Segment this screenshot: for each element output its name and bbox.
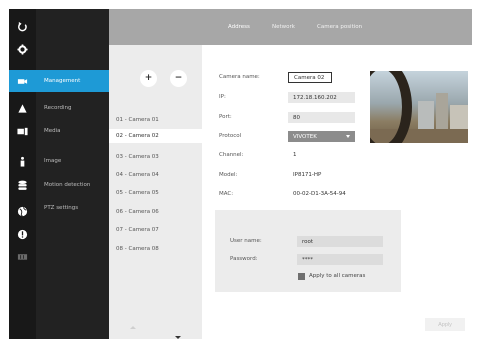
tab-camera-position[interactable]: Camera position (317, 9, 362, 45)
camera-list-header (109, 9, 202, 45)
icon-rail (9, 9, 36, 339)
menu-item-label: PTZ settings (44, 205, 79, 211)
protocol-select[interactable]: VIVOTEK (288, 131, 355, 142)
media-icon (17, 127, 28, 135)
camera-list-item[interactable]: 07 - Camera 07 (109, 223, 202, 237)
camera-list-item[interactable]: 05 - Camera 05 (109, 186, 202, 200)
remove-camera-button[interactable]: − (170, 70, 187, 87)
menu-item-label: Recording (44, 105, 72, 111)
camera-name-input[interactable]: Camera 02 (288, 72, 332, 83)
password-label: Password: (230, 256, 258, 262)
menu-item-label: Media (44, 128, 61, 134)
scroll-down-icon[interactable] (175, 336, 181, 339)
protocol-value: VIVOTEK (293, 133, 317, 140)
rail-info[interactable] (9, 223, 36, 245)
ip-input[interactable]: 172.18.160.202 (288, 92, 355, 103)
rail-network[interactable] (9, 200, 36, 222)
app-window: Management Recording Media Image Motion … (9, 9, 472, 339)
user-icon (20, 156, 25, 167)
camera-list-item[interactable]: 08 - Camera 08 (109, 242, 202, 256)
camera-list-item[interactable]: 01 - Camera 01 (109, 113, 202, 127)
preview-building (418, 101, 434, 131)
channel-label: Channel: (219, 152, 244, 158)
rail-media[interactable] (9, 120, 36, 142)
rail-camera[interactable] (9, 70, 36, 92)
ip-label: IP: (219, 94, 226, 100)
camera-name-label: Camera name: (219, 74, 260, 80)
apply-all-checkbox[interactable] (298, 273, 305, 280)
rail-database[interactable] (9, 174, 36, 196)
preview-building (436, 93, 448, 131)
user-name-label: User name: (230, 238, 262, 244)
authentication-box: User name: root Password: **** Apply to … (215, 210, 401, 292)
password-input[interactable]: **** (297, 254, 383, 265)
camera-settings-panel: Address Network Camera position Camera n… (202, 9, 472, 339)
menu-item-ptz-settings[interactable]: PTZ settings (36, 197, 109, 219)
model-label: Model: (219, 172, 238, 178)
tab-bar: Address Network Camera position (202, 9, 472, 45)
channel-value: 1 (293, 152, 297, 158)
camera-list-item[interactable]: 06 - Camera 06 (109, 205, 202, 219)
tab-network[interactable]: Network (272, 9, 295, 45)
menu-item-label: Motion detection (44, 182, 91, 188)
menu-item-management[interactable]: Management (36, 70, 109, 92)
menu-item-label: Image (44, 158, 62, 164)
preview-building (450, 105, 468, 131)
rail-user[interactable] (9, 150, 36, 172)
menu-item-label: Management (44, 78, 81, 84)
protocol-label: Protocol (219, 133, 242, 139)
camera-list-item-selected[interactable]: 02 - Camera 02 (109, 129, 202, 143)
apply-button[interactable]: Apply (425, 318, 465, 331)
preview-lens-ring (370, 71, 412, 143)
scroll-up-icon[interactable] (130, 326, 136, 329)
rail-settings[interactable] (9, 38, 36, 60)
rail-storage[interactable] (9, 245, 36, 267)
menu-item-motion-detection[interactable]: Motion detection (36, 174, 109, 196)
info-icon (17, 229, 28, 239)
database-icon (18, 180, 27, 190)
port-label: Port: (219, 114, 232, 120)
camera-list-item[interactable]: 03 - Camera 03 (109, 150, 202, 164)
user-name-input[interactable]: root (297, 236, 383, 247)
rail-back[interactable] (9, 15, 36, 37)
camera-list-item[interactable]: 04 - Camera 04 (109, 168, 202, 182)
menu-item-media[interactable]: Media (36, 120, 109, 142)
camera-preview-image (370, 71, 468, 143)
port-input[interactable]: 80 (288, 112, 355, 123)
apply-all-label: Apply to all cameras (309, 273, 366, 279)
back-icon (18, 21, 27, 31)
chevron-down-icon (346, 135, 350, 138)
rail-recording[interactable] (9, 97, 36, 119)
mac-value: 00-02-D1-3A-54-94 (293, 191, 346, 197)
menu-item-image[interactable]: Image (36, 150, 109, 172)
recording-icon (18, 103, 27, 113)
model-value: IP8171-HP (293, 172, 322, 178)
add-camera-button[interactable]: + (140, 70, 157, 87)
camera-list-panel: + − 01 - Camera 01 02 - Camera 02 03 - C… (109, 9, 202, 339)
storage-icon (17, 253, 28, 260)
menu-item-recording[interactable]: Recording (36, 97, 109, 119)
tab-address[interactable]: Address (228, 9, 250, 45)
mac-label: MAC: (219, 191, 234, 197)
network-icon (17, 206, 28, 216)
settings-menu: Management Recording Media Image Motion … (36, 9, 109, 339)
camera-icon (17, 78, 28, 84)
settings-icon (17, 43, 28, 55)
